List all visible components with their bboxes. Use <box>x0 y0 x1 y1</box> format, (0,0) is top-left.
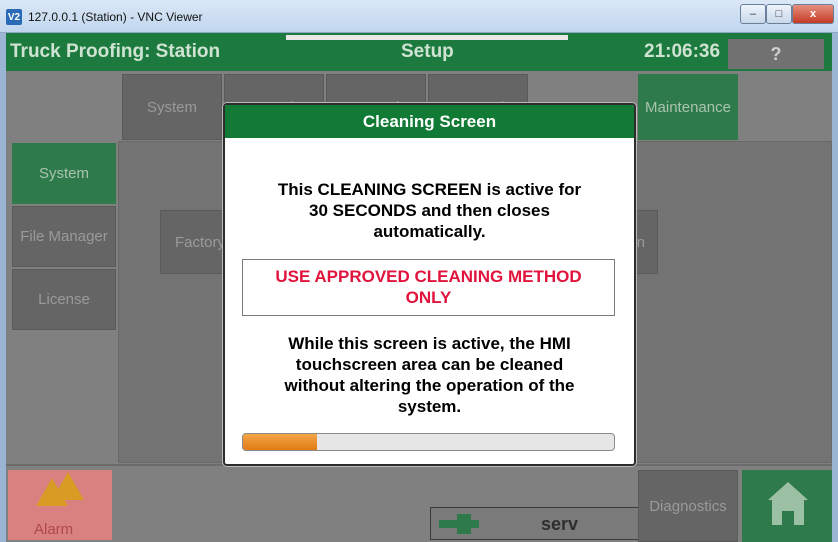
clock: 21:06:36 <box>644 41 721 62</box>
diagnostics-button[interactable]: Diagnostics <box>638 470 738 542</box>
header-indicator-bar <box>286 35 568 40</box>
key-icon-head <box>457 514 471 534</box>
window-title: 127.0.0.1 (Station) - VNC Viewer <box>28 10 203 24</box>
countdown-progress-bar <box>242 433 615 451</box>
dialog-line-2: 30 SECONDS and then closes <box>309 201 550 220</box>
tab-maintenance[interactable]: Maintenance <box>638 74 738 140</box>
warning-line-1: USE APPROVED CLEANING METHOD <box>275 267 582 286</box>
warning-icon-2 <box>52 472 84 500</box>
close-button[interactable]: x <box>792 4 834 24</box>
app-title: Truck Proofing: Station <box>10 41 221 62</box>
dialog-body-4: system. <box>397 397 462 416</box>
home-icon <box>768 482 808 500</box>
home-icon-door <box>782 511 794 525</box>
tab-system[interactable]: System <box>122 74 222 140</box>
dialog-body-1: While this screen is active, the HMI <box>288 334 571 353</box>
dialog-body-2: touchscreen area can be cleaned <box>295 355 564 374</box>
minimize-button[interactable]: – <box>740 4 766 24</box>
vnc-app-icon: V2 <box>6 9 22 25</box>
home-button[interactable] <box>742 470 832 542</box>
dialog-line-1: This CLEANING SCREEN is active for <box>277 180 582 199</box>
sidebar-item-system[interactable]: System <box>12 143 116 204</box>
alarm-label: Alarm <box>34 521 74 538</box>
dialog-body-3: without altering the operation of the <box>284 376 575 395</box>
cleaning-warning: USE APPROVED CLEANING METHOD ONLY <box>242 259 615 316</box>
factory-button[interactable]: Factory <box>160 210 230 274</box>
hmi-screen: Truck Proofing: Station Setup 21:06:36 ?… <box>6 33 832 542</box>
maximize-button[interactable]: □ <box>766 4 792 24</box>
user-name: serv <box>541 514 579 534</box>
warning-line-2: ONLY <box>405 288 452 307</box>
user-status: serv <box>430 507 640 540</box>
alarm-button[interactable]: Alarm <box>8 470 112 540</box>
hmi-header: Truck Proofing: Station Setup 21:06:36 ? <box>6 33 832 71</box>
sidebar-item-license[interactable]: License <box>12 269 116 330</box>
help-button[interactable]: ? <box>728 39 824 69</box>
screen-title: Setup <box>401 41 454 62</box>
dialog-line-3: automatically. <box>373 222 486 241</box>
cleaning-dialog: Cleaning Screen This CLEANING SCREEN is … <box>223 103 636 466</box>
vnc-title-bar: V2 127.0.0.1 (Station) - VNC Viewer – □ … <box>0 0 838 33</box>
progress-fill <box>243 434 318 450</box>
sidebar-item-file-manager[interactable]: File Manager <box>12 206 116 267</box>
dialog-title: Cleaning Screen <box>225 105 634 138</box>
